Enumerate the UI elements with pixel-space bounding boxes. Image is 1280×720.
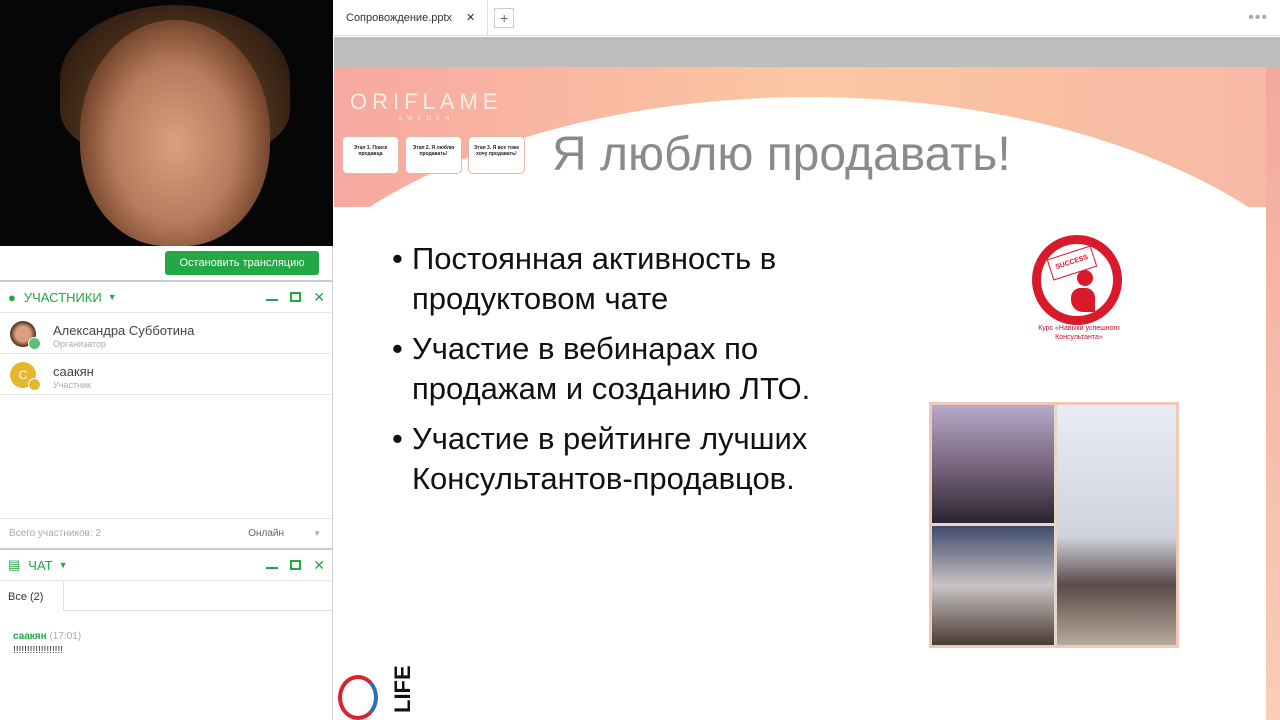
bullet-list: Постоянная активность в продуктовом чате… (392, 239, 892, 509)
minimize-icon[interactable] (266, 293, 279, 301)
add-tab-button[interactable]: + (494, 7, 515, 28)
message-text: !!!!!!!!!!!!!!!!!! (13, 645, 64, 656)
slide: ORIFLAME SWEDEN Этап 1. Поиск продавца Эт… (334, 67, 1280, 720)
bullet-item: Участие в рейтинге лучших Консультантов-… (392, 419, 892, 499)
participants-title[interactable]: УЧАСТНИКИ (24, 290, 102, 305)
webcam-video (0, 0, 333, 246)
stage-box: Этап 3. Я все тоже хочу продавать! (468, 136, 525, 174)
chevron-down-icon[interactable]: ▼ (313, 529, 321, 538)
chat-icon: ▤ (8, 557, 21, 572)
left-panel: Остановить трансляцию ● УЧАСТНИКИ ▼ ✕ Ал… (0, 0, 333, 720)
presentation-area: Сопровождение.pptx ✕ + ••• ORIFLAME SWEDE… (334, 0, 1280, 720)
chat-tabs: Все (2) (0, 582, 333, 611)
participant-role: Участник (53, 380, 91, 390)
presenter-face (80, 20, 270, 246)
bullet-item: Постоянная активность в продуктовом чате (392, 239, 892, 319)
online-filter-select[interactable]: Онлайн (248, 528, 284, 539)
stage-box: Этап 2. Я люблю продавать! (405, 136, 462, 174)
maximize-icon[interactable] (290, 560, 302, 570)
chat-message: саакян (17:01) !!!!!!!!!!!!!!!!!! (13, 631, 81, 656)
participants-footer: Всего участников: 2 Онлайн ▼ (0, 518, 333, 548)
more-icon[interactable]: ••• (1248, 9, 1268, 27)
tab-all[interactable]: Все (2) (0, 582, 64, 611)
participant-item[interactable]: Александра Субботина Организатор (0, 313, 333, 354)
file-tab[interactable]: Сопровождение.pptx ✕ (334, 0, 489, 36)
life-logo: LIFE (338, 665, 423, 720)
chat-header: ▤ ЧАТ ▼ ✕ (0, 548, 333, 581)
participant-badge-icon (28, 378, 41, 391)
maximize-icon[interactable] (290, 292, 302, 302)
stop-broadcast-button[interactable]: Остановить трансляцию (165, 251, 319, 275)
slide-title: Я люблю продавать! (552, 128, 1011, 181)
course-caption: Курс «Навыки успешного Консультанта» (1038, 325, 1120, 341)
success-logo-icon: SUCCESS (1032, 235, 1122, 325)
slide-toolbar (334, 37, 1280, 67)
minimize-icon[interactable] (266, 561, 279, 569)
participant-item[interactable]: С саакян Участник (0, 354, 333, 395)
close-tab-icon[interactable]: ✕ (466, 11, 475, 24)
participant-name: саакян (53, 364, 94, 379)
bullet-item: Участие в вебинарах по продажам и создан… (392, 329, 892, 409)
message-time: (17:01) (49, 631, 82, 642)
oriflame-logo: ORIFLAME SWEDEN (350, 89, 503, 122)
close-icon[interactable]: ✕ (313, 557, 325, 574)
file-tabbar: Сопровождение.pptx ✕ + ••• (334, 0, 1280, 36)
organizer-badge-icon (28, 337, 41, 350)
photo-collage (929, 402, 1179, 648)
message-author: саакян (13, 631, 47, 642)
chat-title[interactable]: ЧАТ (28, 558, 52, 573)
participant-role: Организатор (53, 339, 107, 349)
chevron-down-icon[interactable]: ▼ (59, 560, 68, 570)
file-tab-label: Сопровождение.pptx (346, 11, 453, 24)
participants-total: Всего участников: 2 (9, 528, 101, 539)
close-icon[interactable]: ✕ (313, 289, 325, 306)
participant-name: Александра Субботина (53, 323, 195, 338)
participants-header: ● УЧАСТНИКИ ▼ ✕ (0, 280, 333, 313)
slide-right-band (1266, 67, 1280, 720)
chevron-down-icon[interactable]: ▼ (108, 292, 117, 302)
user-icon: ● (8, 289, 16, 305)
stage-box: Этап 1. Поиск продавца (342, 136, 399, 174)
